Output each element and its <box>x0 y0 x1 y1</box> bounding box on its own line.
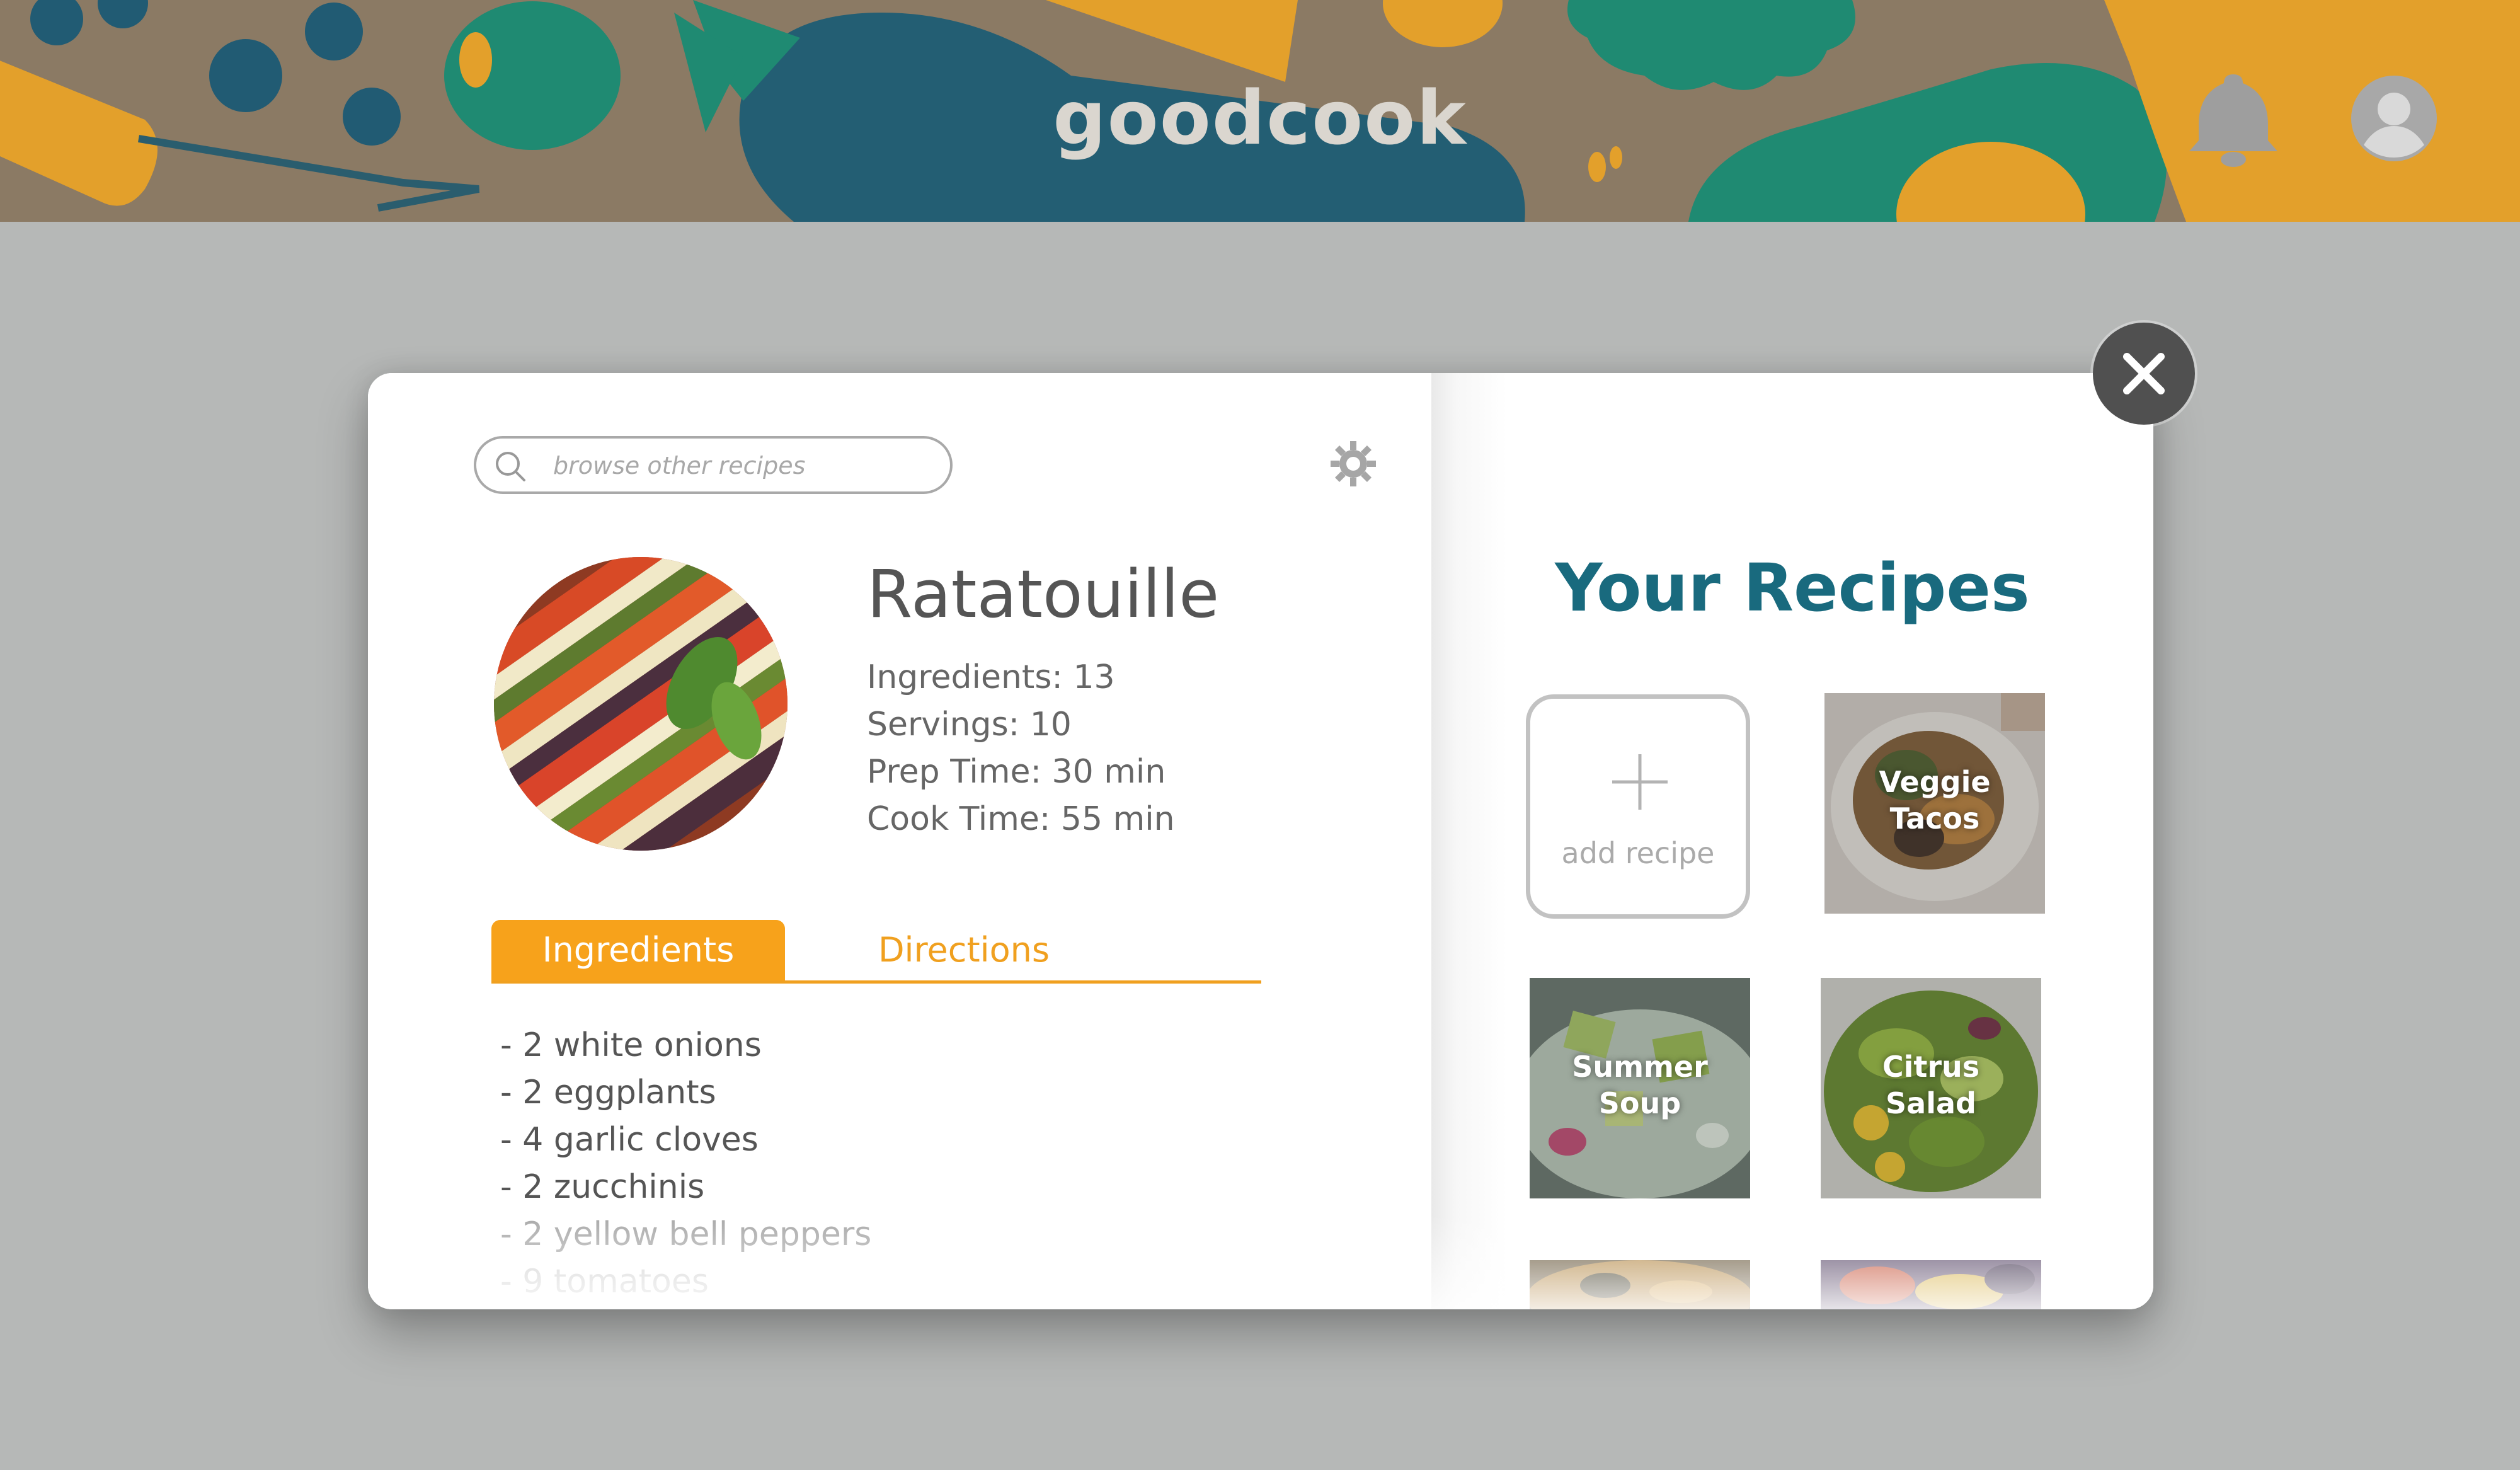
tab-underline <box>491 980 1261 984</box>
search-icon[interactable] <box>494 450 527 483</box>
dish-photo <box>494 557 788 851</box>
noodles-photo <box>1530 1260 1750 1309</box>
prep-time: Prep Time: 30 min <box>867 753 1166 791</box>
list-item: - 2 yellow bell peppers <box>500 1215 872 1253</box>
recipe-tabs: Ingredients Directions <box>491 920 1261 985</box>
list-item: - 2 eggplants <box>500 1074 716 1111</box>
search-input[interactable] <box>552 439 932 493</box>
avatar-icon[interactable] <box>2350 74 2438 163</box>
list-item: - 2 zucchinis <box>500 1168 705 1206</box>
cook-time: Cook Time: 55 min <box>867 800 1175 838</box>
add-recipe-label: add recipe <box>1561 836 1715 870</box>
tab-directions[interactable]: Directions <box>832 920 1096 980</box>
recipe-card-name: Veggie Tacos <box>1879 765 1991 835</box>
gear-icon[interactable] <box>1329 440 1377 488</box>
recipe-title: Ratatouille <box>867 556 1220 633</box>
recipe-meta: Ingredients: 13 Servings: 10 Prep Time: … <box>867 654 1175 843</box>
recipe-detail-panel: Ratatouille Ingredients: 13 Servings: 10… <box>368 373 1431 1309</box>
search-box[interactable] <box>474 436 953 494</box>
plus-icon <box>1612 754 1668 810</box>
roasted-veggies-photo <box>1821 1260 2041 1309</box>
bell-icon[interactable] <box>2186 68 2281 169</box>
list-item: - 9 tomatoes <box>500 1263 709 1301</box>
recipe-card-veggie-tacos[interactable]: Veggie Tacos <box>1824 693 2045 914</box>
recipe-card-citrus-salad[interactable]: Citrus Salad <box>1821 978 2041 1198</box>
your-recipes-title: Your Recipes <box>1555 549 2030 626</box>
recipe-card-name: Citrus Salad <box>1882 1050 1980 1120</box>
brand-logo[interactable]: goodcook <box>0 74 2520 161</box>
tab-ingredients[interactable]: Ingredients <box>491 920 785 980</box>
list-item: - 4 garlic cloves <box>500 1121 759 1159</box>
close-icon[interactable] <box>2093 323 2195 425</box>
add-recipe-button[interactable]: add recipe <box>1526 694 1750 919</box>
ingredient-list: - 2 white onions - 2 eggplants - 4 garli… <box>500 1022 871 1306</box>
list-item: - 2 white onions <box>500 1026 762 1064</box>
recipe-card-roasted-veggies[interactable] <box>1821 1260 2041 1309</box>
recipe-card-name: Summer Soup <box>1572 1050 1708 1120</box>
recipe-card-noodles[interactable] <box>1530 1260 1750 1309</box>
recipe-modal: Ratatouille Ingredients: 13 Servings: 10… <box>368 373 2153 1309</box>
ingredients-count: Ingredients: 13 <box>867 658 1115 696</box>
recipe-card-summer-soup[interactable]: Summer Soup <box>1530 978 1750 1198</box>
app-header: goodcook <box>0 0 2520 222</box>
servings: Servings: 10 <box>867 706 1072 744</box>
